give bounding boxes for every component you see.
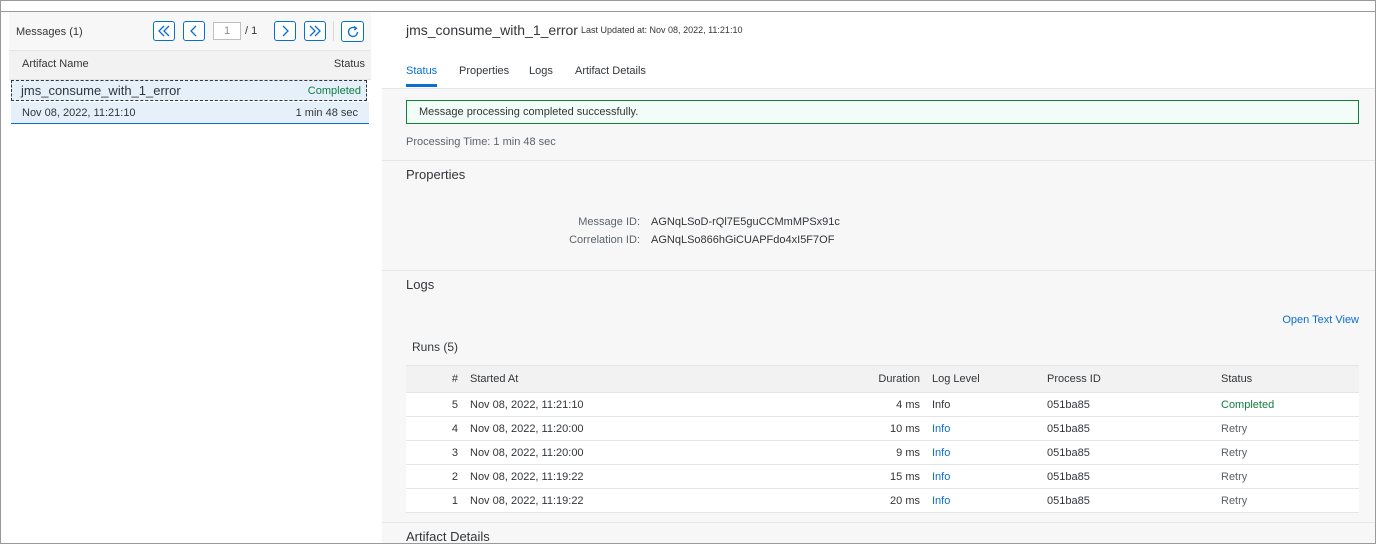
tab-properties[interactable]: Properties	[459, 65, 509, 77]
run-number: 4	[451, 423, 458, 435]
tab-logs[interactable]: Logs	[529, 65, 553, 77]
tab-artifact-details[interactable]: Artifact Details	[575, 65, 646, 77]
detail-header: jms_consume_with_1_error Last Updated at…	[382, 12, 1375, 89]
open-text-view-link[interactable]: Open Text View	[1282, 314, 1359, 326]
toolbar-separator	[333, 21, 334, 41]
message-id-label: Message ID:	[578, 216, 640, 228]
run-status: Retry	[1221, 471, 1248, 483]
first-page-button[interactable]	[153, 21, 175, 41]
run-started-at: Nov 08, 2022, 11:21:10	[470, 399, 584, 411]
run-started-at: Nov 08, 2022, 11:20:00	[470, 423, 584, 435]
correlation-id-value: AGNqLSo866hGiCUAPFdo4xI5F7OF	[651, 234, 835, 246]
message-list-pane: Messages (1) 1 / 1 Artifact Name Status	[9, 12, 371, 543]
message-detail-pane: jms_consume_with_1_error Last Updated at…	[382, 12, 1375, 543]
run-number: 3	[451, 447, 458, 459]
chevron-right-icon	[282, 25, 289, 37]
run-log-level-link[interactable]: Info	[932, 495, 950, 507]
refresh-icon	[347, 25, 359, 38]
table-row[interactable]: 2 Nov 08, 2022, 11:19:22 15 ms Info 051b…	[406, 465, 1359, 489]
run-duration: 4 ms	[896, 399, 920, 411]
artifact-name: jms_consume_with_1_error	[21, 83, 181, 98]
previous-page-button[interactable]	[183, 21, 205, 41]
section-divider	[382, 522, 1375, 523]
column-status: Status	[333, 58, 365, 70]
run-process-id: 051ba85	[1047, 495, 1090, 507]
run-log-level-link[interactable]: Info	[932, 423, 950, 435]
processing-time: Processing Time: 1 min 48 sec	[406, 136, 556, 148]
run-process-id: 051ba85	[1047, 471, 1090, 483]
column-status: Status	[1221, 373, 1253, 385]
status-badge: Completed	[307, 85, 361, 97]
run-started-at: Nov 08, 2022, 11:19:22	[470, 471, 584, 483]
message-duration: 1 min 48 sec	[295, 107, 358, 119]
column-process-id: Process ID	[1047, 373, 1101, 385]
run-status: Retry	[1221, 423, 1248, 435]
runs-table: # Started At Duration Log Level Process …	[406, 365, 1359, 513]
column-log-level: Log Level	[932, 373, 980, 385]
double-chevron-right-icon	[309, 25, 321, 37]
run-number: 5	[451, 399, 458, 411]
page-number-input[interactable]: 1	[213, 22, 241, 40]
next-page-button[interactable]	[274, 21, 296, 41]
logs-section-title: Logs	[406, 277, 435, 292]
last-updated: Last Updated at: Nov 08, 2022, 11:21:10	[581, 25, 743, 35]
table-row[interactable]: 4 Nov 08, 2022, 11:20:00 10 ms Info 051b…	[406, 417, 1359, 441]
column-artifact-name: Artifact Name	[22, 58, 89, 70]
refresh-button[interactable]	[341, 21, 364, 42]
tab-status[interactable]: Status	[406, 65, 437, 77]
properties-section-title: Properties	[406, 167, 466, 182]
run-status: Completed	[1221, 399, 1275, 411]
page-title: jms_consume_with_1_error	[406, 22, 578, 38]
run-duration: 15 ms	[890, 471, 920, 483]
chevron-left-icon	[190, 25, 197, 37]
list-toolbar: Messages (1) 1 / 1	[9, 12, 371, 51]
run-duration: 9 ms	[896, 447, 920, 459]
correlation-id-label: Correlation ID:	[569, 234, 640, 246]
section-divider	[382, 270, 1375, 271]
double-chevron-left-icon	[158, 25, 170, 37]
window-frame: Messages (1) 1 / 1 Artifact Name Status	[0, 0, 1376, 544]
message-date: Nov 08, 2022, 11:21:10	[22, 107, 136, 119]
runs-title: Runs (5)	[412, 340, 459, 354]
success-message-strip: Message processing completed successfull…	[406, 100, 1359, 124]
last-page-button[interactable]	[304, 21, 326, 41]
run-process-id: 051ba85	[1047, 447, 1090, 459]
column-number: #	[451, 373, 458, 385]
run-status: Retry	[1221, 495, 1248, 507]
success-message-text: Message processing completed successfull…	[419, 106, 639, 118]
run-started-at: Nov 08, 2022, 11:20:00	[470, 447, 584, 459]
artifact-details-section-title: Artifact Details	[406, 529, 490, 543]
table-row[interactable]: 5 Nov 08, 2022, 11:21:10 4 ms Info 051ba…	[406, 393, 1359, 417]
run-duration: 10 ms	[890, 423, 920, 435]
page-total: / 1	[245, 25, 258, 37]
column-started-at: Started At	[470, 373, 519, 385]
run-number: 1	[451, 495, 458, 507]
run-started-at: Nov 08, 2022, 11:19:22	[470, 495, 584, 507]
run-log-level-link[interactable]: Info	[932, 447, 950, 459]
run-log-level: Info	[932, 399, 951, 411]
message-list-item-details[interactable]: Nov 08, 2022, 11:21:10 1 min 48 sec	[11, 102, 369, 124]
message-list-item[interactable]: jms_consume_with_1_error Completed	[11, 80, 367, 101]
active-tab-indicator	[406, 84, 437, 87]
run-log-level-link[interactable]: Info	[932, 471, 950, 483]
table-row[interactable]: 1 Nov 08, 2022, 11:19:22 20 ms Info 051b…	[406, 489, 1359, 513]
run-process-id: 051ba85	[1047, 399, 1090, 411]
table-row[interactable]: 3 Nov 08, 2022, 11:20:00 9 ms Info 051ba…	[406, 441, 1359, 465]
column-duration: Duration	[878, 373, 920, 385]
run-status: Retry	[1221, 447, 1248, 459]
section-divider	[382, 160, 1375, 161]
run-process-id: 051ba85	[1047, 423, 1090, 435]
run-duration: 20 ms	[890, 495, 920, 507]
runs-table-header: # Started At Duration Log Level Process …	[406, 366, 1359, 393]
message-id-value: AGNqLSoD-rQl7E5guCCMmMPSx91c	[651, 216, 840, 228]
list-column-header: Artifact Name Status	[9, 51, 371, 80]
messages-count: Messages (1)	[16, 26, 83, 38]
run-number: 2	[451, 471, 458, 483]
